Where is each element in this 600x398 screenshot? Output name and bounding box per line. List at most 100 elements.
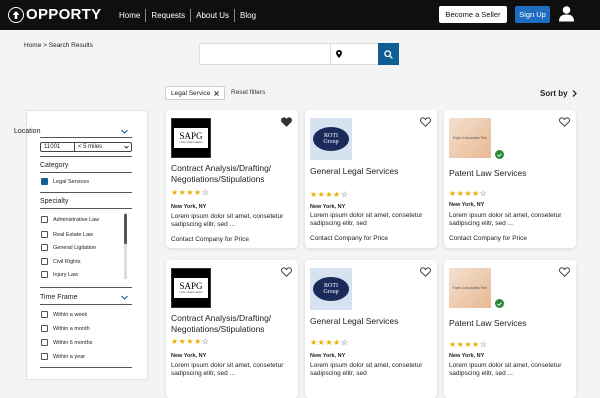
company-logo: ROTI Group [310, 118, 352, 160]
divider [40, 156, 132, 157]
sign-up-button[interactable]: Sign Up [515, 6, 550, 23]
logo-text: SAPG [179, 131, 203, 141]
logo[interactable]: OPPORTY [8, 6, 101, 23]
chevron-down-icon [124, 145, 129, 149]
divider [40, 287, 132, 288]
nav-requests[interactable]: Requests [146, 9, 192, 22]
rating-stars: ★★★★☆ [310, 338, 349, 347]
logo-icon [8, 6, 24, 23]
sort-by-control[interactable]: Sort by [540, 89, 577, 98]
category-option-label: Legal Services [53, 178, 90, 185]
service-card[interactable]: SAPG LITIGATION GROUP Contract Analysis/D… [166, 110, 298, 248]
service-description: Lorem ipsum dolor sit amet, consetetur s… [171, 213, 284, 228]
breadcrumb[interactable]: Home > Search Results [24, 42, 93, 49]
timeframe-label-text: Within 6 months [53, 339, 93, 346]
search-input[interactable] [200, 44, 331, 64]
specialty-label-text: General Ligitation [53, 244, 97, 251]
specialty-option[interactable]: General Ligitation [41, 244, 96, 251]
verified-badge-icon [495, 299, 504, 308]
checkbox[interactable] [41, 311, 48, 318]
logo-subtext: LITIGATION GROUP [179, 141, 203, 144]
nav-about-us[interactable]: About Us [191, 9, 236, 22]
service-card[interactable]: ROTI Group General Legal Services ★★★★☆ N… [305, 110, 437, 248]
timeframe-option[interactable]: Within a week [41, 311, 87, 318]
service-title[interactable]: Contract Analysis/Drafting/ Negotiations… [171, 163, 295, 185]
location-pin-icon [336, 50, 342, 58]
service-card[interactable]: Knyle & Associates Firm Patent Law Servi… [444, 260, 576, 398]
specialty-option[interactable]: Injury Law [41, 271, 78, 278]
nav-home[interactable]: Home [114, 9, 147, 22]
service-location: New York, NY [171, 353, 207, 359]
category-option-legal-services[interactable]: Legal Services [41, 178, 89, 185]
logo-subtext: LITIGATION GROUP [179, 291, 203, 294]
service-title[interactable]: General Legal Services [310, 316, 434, 327]
favorite-heart-icon[interactable] [281, 267, 292, 277]
timeframe-option[interactable]: Within a year [41, 353, 85, 360]
radius-select[interactable]: < 5 miles [75, 143, 131, 151]
specialty-option[interactable]: Civil Rights [41, 258, 81, 265]
service-card[interactable]: SAPG LITIGATION GROUP Contract Analysis/D… [166, 260, 298, 398]
company-logo: SAPG LITIGATION GROUP [171, 268, 211, 308]
service-location: New York, NY [449, 202, 485, 208]
divider [40, 304, 132, 305]
nav-blog[interactable]: Blog [235, 9, 261, 22]
chevron-down-icon[interactable] [121, 128, 128, 135]
search-icon [384, 49, 393, 59]
zip-input[interactable]: 11001 [41, 143, 75, 151]
service-title[interactable]: Contract Analysis/Drafting/ Negotiations… [171, 313, 295, 335]
timeframe-label-text: Within a week [53, 311, 88, 318]
logo-text: OPPORTY [26, 6, 102, 23]
checkbox[interactable] [41, 339, 48, 346]
location-zip-field[interactable]: 11001 < 5 miles [40, 142, 132, 152]
service-card[interactable]: ROTI Group General Legal Services ★★★★☆ N… [305, 260, 437, 398]
divider [40, 208, 132, 209]
service-title[interactable]: Patent Law Services [449, 318, 573, 329]
favorite-heart-icon[interactable] [420, 117, 431, 127]
timeframe-option[interactable]: Within 6 months [41, 339, 92, 346]
logo-subtext: Group [323, 289, 339, 295]
checkbox[interactable] [41, 325, 48, 332]
specialty-scrollbar-thumb[interactable] [124, 214, 127, 244]
search-button[interactable] [378, 43, 399, 65]
favorite-heart-icon[interactable] [559, 117, 570, 127]
logo-text: Knyle & Associates Firm [452, 285, 488, 290]
checkbox[interactable] [41, 353, 48, 360]
become-seller-button[interactable]: Become a Seller [439, 6, 507, 23]
service-location: New York, NY [310, 204, 346, 210]
contact-price-link[interactable]: Contact Company for Price [171, 236, 249, 243]
checkbox[interactable] [41, 231, 48, 238]
service-card[interactable]: Knyle & Associates Firm Patent Law Servi… [444, 110, 576, 248]
checkbox[interactable] [41, 216, 48, 223]
specialty-option[interactable]: Administrative Law [41, 216, 99, 223]
logo-subtext: Group [323, 139, 339, 145]
timeframe-option[interactable]: Within a month [41, 325, 90, 332]
specialty-option[interactable]: Real Estate Law [41, 231, 93, 238]
checkbox-legal-services[interactable] [41, 178, 48, 185]
close-icon[interactable] [214, 90, 220, 96]
company-logo: Knyle & Associates Firm [449, 268, 491, 308]
top-navbar: OPPORTY Home Requests About Us Blog Beco… [0, 0, 600, 30]
service-description: Lorem ipsum dolor sit amet, consetetur s… [310, 212, 423, 227]
favorite-heart-icon[interactable] [281, 117, 292, 127]
rating-stars: ★★★★☆ [449, 189, 488, 198]
reset-filters-link[interactable]: Reset filters [231, 89, 265, 96]
checkbox[interactable] [41, 244, 48, 251]
user-icon[interactable] [558, 5, 575, 22]
service-title[interactable]: Patent Law Services [449, 168, 573, 179]
contact-price-link[interactable]: Contact Company for Price [449, 235, 527, 242]
divider [40, 172, 132, 173]
service-description: Lorem ipsum dolor sit amet, consetetur s… [449, 212, 562, 227]
checkbox[interactable] [41, 271, 48, 278]
filter-chip-legal-service[interactable]: Legal Service [165, 86, 226, 100]
verified-badge-icon [495, 150, 504, 159]
contact-price-link[interactable]: Contact Company for Price [310, 235, 388, 242]
favorite-heart-icon[interactable] [420, 267, 431, 277]
filter-chip-label: Legal Service [171, 89, 211, 97]
service-title[interactable]: General Legal Services [310, 166, 434, 177]
chevron-right-icon [572, 90, 577, 97]
location-input[interactable] [331, 44, 379, 64]
checkbox[interactable] [41, 258, 48, 265]
timeframe-label: Time Frame [40, 294, 78, 301]
favorite-heart-icon[interactable] [559, 267, 570, 277]
chevron-down-icon[interactable] [121, 294, 128, 301]
